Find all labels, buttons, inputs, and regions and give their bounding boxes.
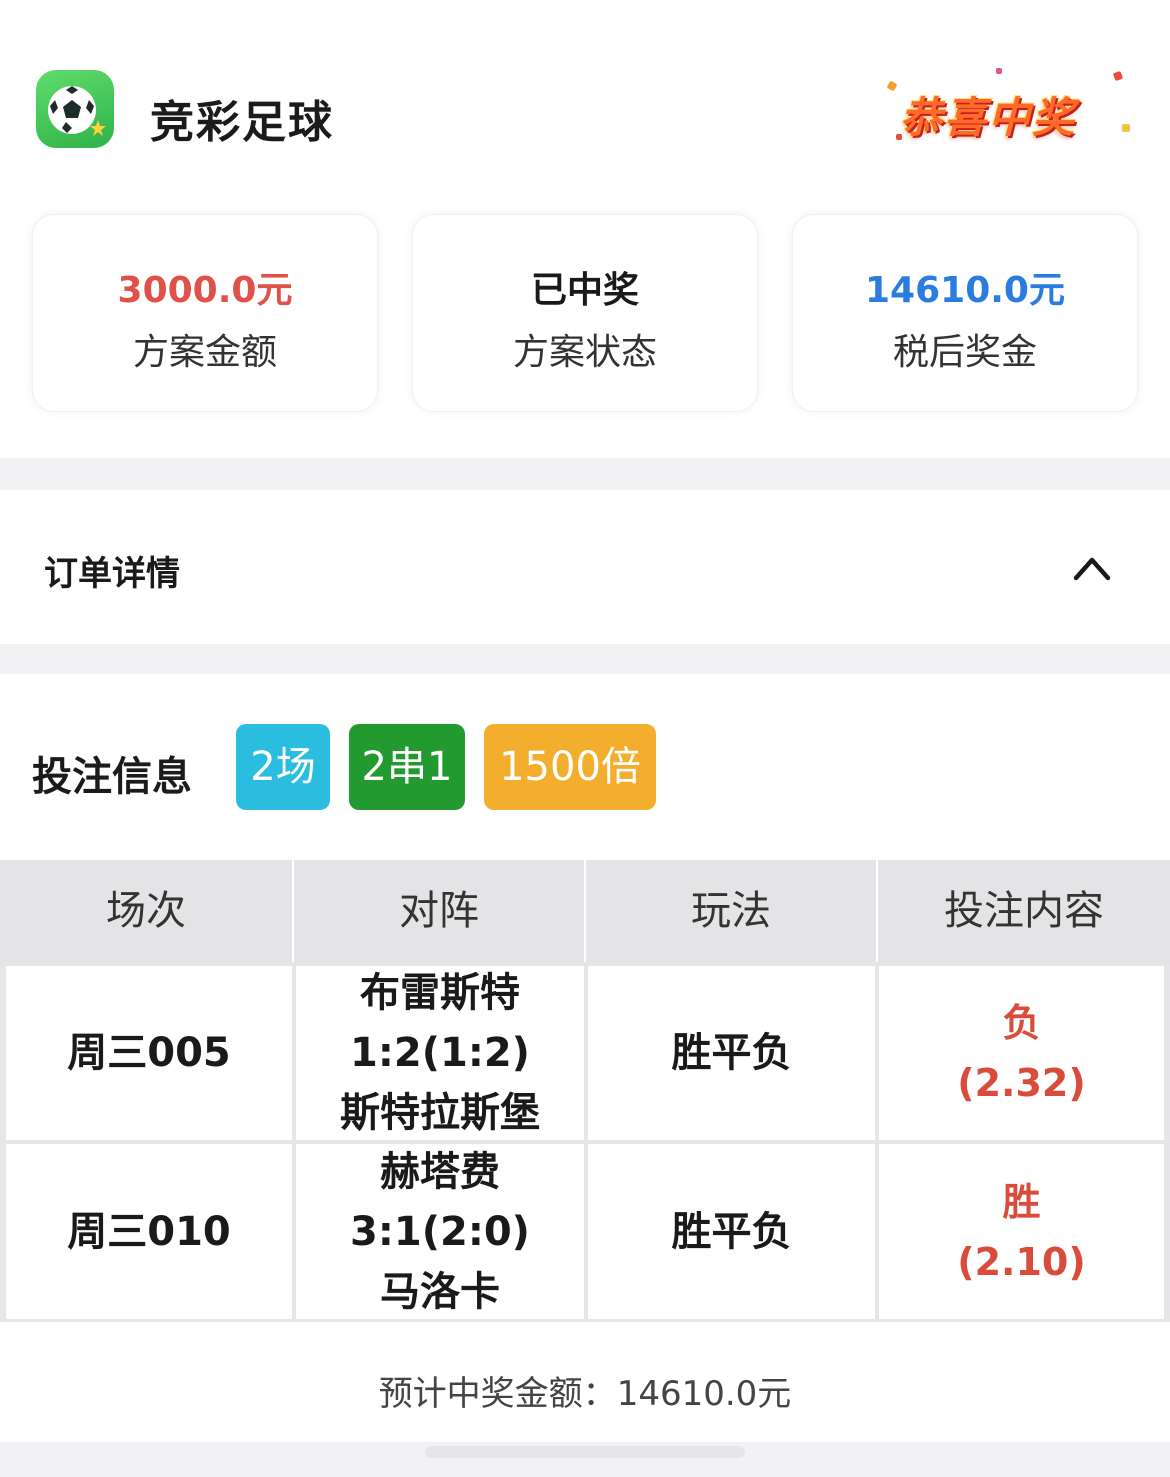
chevron-up-icon[interactable] — [1070, 550, 1114, 584]
estimated-prize-amount: 14610.0元 — [616, 1374, 792, 1414]
home-team: 赫塔费 — [380, 1148, 500, 1195]
parlay-type-tag: 2串1 — [349, 724, 465, 810]
header-panel: 竞彩足球 恭喜中奖 3000.0元 方案金额 已中奖 方案状态 14610.0元… — [0, 0, 1170, 458]
fixture-cell: 布雷斯特 1:2(1:2) 斯特拉斯堡 — [296, 966, 584, 1140]
selection-cell: 负 (2.32) — [879, 966, 1164, 1140]
estimated-prize: 预计中奖金额：14610.0元 — [0, 1366, 1170, 1415]
col-header-fixture: 对阵 — [399, 888, 479, 934]
table-row: 周三010 — [6, 1144, 292, 1319]
multiplier-tag: 1500倍 — [484, 724, 656, 810]
scroll-indicator — [425, 1446, 745, 1458]
stat-card-amount: 3000.0元 方案金额 — [32, 214, 378, 412]
play-type: 胜平负 — [671, 1030, 792, 1076]
order-details-title: 订单详情 — [44, 554, 180, 594]
stat-card-prize: 14610.0元 税后奖金 — [792, 214, 1138, 412]
away-team: 斯特拉斯堡 — [340, 1090, 540, 1136]
estimated-prize-label: 预计中奖金额： — [378, 1374, 617, 1414]
selection-cell: 胜 (2.10) — [879, 1144, 1164, 1319]
away-team: 马洛卡 — [380, 1268, 500, 1315]
col-header-play-type: 玩法 — [691, 888, 771, 934]
play-type-cell: 胜平负 — [588, 1144, 875, 1319]
match-number: 周三010 — [67, 1208, 231, 1255]
soccer-ball-icon — [36, 70, 114, 148]
match-score: 3:1(2:0) — [350, 1208, 530, 1255]
after-tax-prize-label: 税后奖金 — [892, 332, 1037, 373]
selection-result: 胜 — [1002, 1179, 1041, 1224]
win-badge-text: 恭喜中奖 — [900, 93, 1077, 142]
play-type-cell: 胜平负 — [588, 966, 875, 1140]
plan-amount-value: 3000.0元 — [117, 270, 293, 311]
stat-card-status: 已中奖 方案状态 — [412, 214, 758, 412]
plan-status-label: 方案状态 — [512, 332, 657, 373]
match-score: 1:2(1:2) — [350, 1030, 530, 1076]
match-count-tag: 2场 — [236, 724, 330, 810]
selection-odds: (2.32) — [957, 1061, 1086, 1105]
after-tax-prize-value: 14610.0元 — [865, 270, 1065, 311]
table-row: 周三005 — [6, 966, 292, 1140]
bet-info-title: 投注信息 — [32, 754, 192, 800]
home-team: 布雷斯特 — [360, 970, 520, 1016]
plan-amount-label: 方案金额 — [132, 332, 277, 373]
col-header-selection: 投注内容 — [944, 888, 1104, 934]
app-title: 竞彩足球 — [150, 97, 334, 148]
play-type: 胜平负 — [671, 1208, 792, 1255]
selection-odds: (2.10) — [957, 1239, 1086, 1284]
col-header-match-no: 场次 — [106, 888, 186, 934]
selection-result: 负 — [1002, 1001, 1041, 1045]
plan-status-value: 已中奖 — [530, 270, 639, 311]
fixture-cell: 赫塔费 3:1(2:0) 马洛卡 — [296, 1144, 584, 1319]
win-badge: 恭喜中奖 — [884, 68, 1132, 148]
match-number: 周三005 — [67, 1030, 231, 1076]
